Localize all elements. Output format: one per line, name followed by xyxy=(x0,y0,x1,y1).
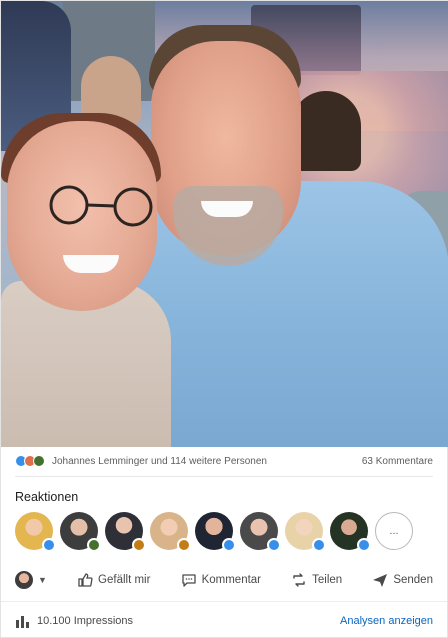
post-footer: 10.100 Impressions Analysen anzeigen xyxy=(15,611,433,631)
celebrate-icon xyxy=(87,538,101,552)
background-person xyxy=(291,91,361,171)
comment-icon xyxy=(181,574,196,587)
comment-button[interactable]: Kommentar xyxy=(181,572,261,588)
reactor-avatar[interactable] xyxy=(60,512,101,552)
reactor-avatar[interactable] xyxy=(240,512,281,552)
reactor-avatar[interactable] xyxy=(105,512,146,552)
comment-label: Kommentar xyxy=(201,574,262,586)
impressions: 10.100 Impressions xyxy=(15,614,133,628)
glasses xyxy=(49,185,153,227)
reactions-text[interactable]: Johannes Lemminger und 114 weitere Perso… xyxy=(52,456,267,467)
celebrate-icon xyxy=(33,455,45,467)
share-button[interactable]: Teilen xyxy=(291,572,342,588)
social-counts: Johannes Lemminger und 114 weitere Perso… xyxy=(15,452,433,470)
post-actions: ▼ Gefällt mir Kommentar Teilen Senden xyxy=(15,567,433,593)
reactions-summary[interactable]: Johannes Lemminger und 114 weitere Perso… xyxy=(15,455,267,467)
reactor-avatar[interactable] xyxy=(330,512,371,552)
insightful-icon xyxy=(132,538,146,552)
like-icon xyxy=(222,538,236,552)
more-reactors-button[interactable]: ... xyxy=(375,512,413,550)
like-label: Gefällt mir xyxy=(98,574,151,586)
view-analytics-link[interactable]: Analysen anzeigen xyxy=(340,615,433,627)
reactor-avatar[interactable] xyxy=(195,512,236,552)
bar-chart-icon xyxy=(16,616,29,628)
impressions-count: 10.100 Impressions xyxy=(37,615,133,627)
send-icon xyxy=(373,574,388,587)
like-icon xyxy=(42,538,56,552)
reaction-icons xyxy=(15,455,45,467)
reactor-avatar[interactable] xyxy=(150,512,191,552)
like-button[interactable]: Gefällt mir xyxy=(77,572,150,588)
repost-icon xyxy=(293,573,305,587)
reactor-avatar[interactable] xyxy=(285,512,326,552)
reactor-avatar[interactable] xyxy=(15,512,56,552)
chevron-down-icon: ▼ xyxy=(38,575,47,585)
post-photo[interactable] xyxy=(1,1,448,447)
like-icon xyxy=(267,538,281,552)
post-card: Johannes Lemminger und 114 weitere Perso… xyxy=(0,0,448,638)
divider xyxy=(1,601,447,602)
divider xyxy=(15,476,433,477)
like-icon xyxy=(312,538,326,552)
comments-count[interactable]: 63 Kommentare xyxy=(362,456,433,467)
insightful-icon xyxy=(177,538,191,552)
man-smile xyxy=(201,201,253,217)
share-label: Teilen xyxy=(312,574,343,586)
reactor-avatars: ... xyxy=(15,512,413,552)
avatar xyxy=(15,571,33,589)
send-button[interactable]: Senden xyxy=(372,572,433,588)
thumbs-up-icon xyxy=(78,573,93,587)
reactions-title: Reaktionen xyxy=(15,490,79,504)
send-label: Senden xyxy=(393,574,433,586)
actor-switcher[interactable]: ▼ xyxy=(15,571,47,589)
like-icon xyxy=(357,538,371,552)
